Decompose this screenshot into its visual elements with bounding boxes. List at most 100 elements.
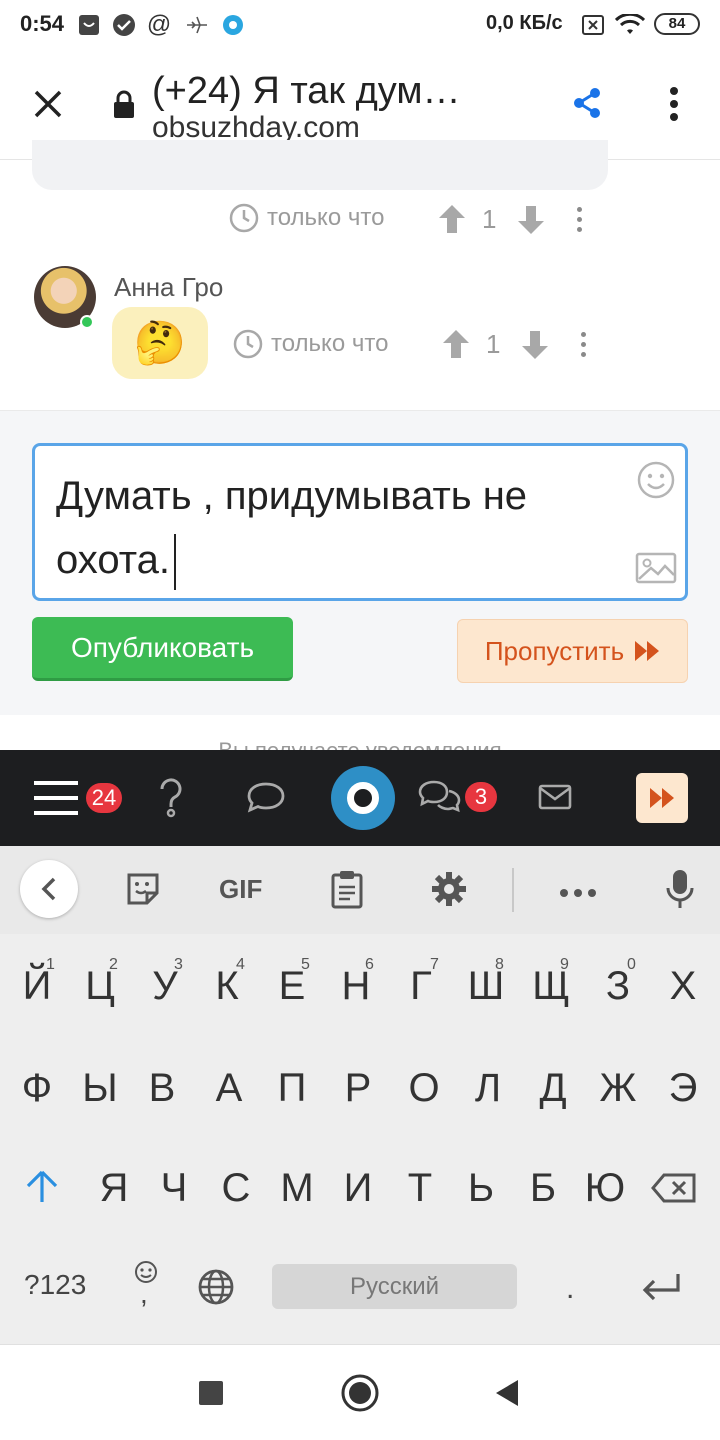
key-Щ[interactable]: Щ [520, 964, 582, 1009]
reply-text-line: охота. [56, 538, 170, 582]
key-hint-number: 7 [430, 956, 439, 973]
enter-icon[interactable] [640, 1272, 682, 1302]
back-triangle-icon[interactable] [494, 1379, 520, 1407]
emoji-comma-key[interactable]: , [132, 1260, 160, 1309]
page-title[interactable]: (+24) Я так дум… [152, 70, 461, 113]
share-icon[interactable] [572, 86, 602, 120]
lock-icon [112, 90, 136, 120]
key-Л[interactable]: Л [457, 1066, 519, 1111]
timestamp-text: только что [271, 330, 389, 357]
discussions-icon[interactable] [418, 779, 462, 815]
comment-emoji-bubble: 🤔 [112, 307, 208, 379]
symbols-key[interactable]: ?123 [24, 1269, 86, 1301]
fast-forward-icon [650, 788, 674, 808]
microphone-icon[interactable] [666, 868, 694, 910]
backspace-icon[interactable] [650, 1172, 698, 1204]
key-В[interactable]: В [131, 1066, 193, 1111]
recents-square-icon[interactable] [199, 1381, 223, 1405]
gif-button[interactable]: GIF [219, 874, 262, 905]
more-options-icon[interactable] [666, 86, 682, 122]
shift-icon[interactable] [24, 1168, 60, 1206]
key-М[interactable]: М [266, 1166, 328, 1211]
at-notification-icon: @ [146, 11, 172, 38]
downvote-icon[interactable] [520, 329, 550, 361]
key-У[interactable]: У [134, 964, 196, 1009]
comment-menu-icon[interactable] [575, 207, 583, 232]
skip-button[interactable]: Пропустить [457, 619, 688, 683]
upvote-icon[interactable] [437, 203, 467, 235]
key-Б[interactable]: Б [512, 1166, 574, 1211]
publish-button[interactable]: Опубликовать [32, 617, 293, 681]
key-П[interactable]: П [261, 1066, 323, 1111]
reply-text[interactable]: Думать , придумывать не охота. [56, 464, 616, 592]
key-Е[interactable]: Е [261, 964, 323, 1009]
check-notification-icon [111, 12, 137, 38]
more-horizontal-icon[interactable] [559, 885, 597, 897]
key-Н[interactable]: Н [325, 964, 387, 1009]
discussions-badge: 3 [465, 782, 497, 812]
key-Ь[interactable]: Ь [450, 1166, 512, 1211]
mail-icon[interactable] [538, 783, 572, 811]
comment-timestamp: только что [228, 202, 384, 234]
status-bar [0, 0, 720, 50]
comment-menu-icon[interactable] [579, 332, 587, 357]
skip-button-label: Пропустить [484, 635, 625, 666]
downvote-icon[interactable] [516, 204, 546, 236]
key-Я[interactable]: Я [83, 1166, 145, 1211]
reply-text-line: Думать , придумывать не [56, 474, 528, 518]
key-Ч[interactable]: Ч [143, 1166, 205, 1211]
key-З[interactable]: З [587, 964, 649, 1009]
key-Г[interactable]: Г [390, 964, 452, 1009]
key-Ц[interactable]: Ц [69, 964, 131, 1009]
key-Ю[interactable]: Ю [574, 1166, 636, 1211]
sticker-icon[interactable] [125, 871, 161, 907]
keyboard-back-button[interactable] [20, 860, 78, 918]
key-Ы[interactable]: Ы [69, 1066, 131, 1111]
key-С[interactable]: С [205, 1166, 267, 1211]
key-hint-number: 3 [174, 956, 183, 973]
key-hint-number: 5 [301, 956, 310, 973]
globe-icon[interactable] [197, 1268, 235, 1306]
key-Т[interactable]: Т [389, 1166, 451, 1211]
clock-icon [233, 329, 263, 359]
browser-notification-icon [220, 12, 246, 38]
key-К[interactable]: К [196, 964, 258, 1009]
key-hint-number: 6 [365, 956, 374, 973]
key-И[interactable]: И [327, 1166, 389, 1211]
key-О[interactable]: О [393, 1066, 455, 1111]
toolbar-divider [512, 868, 514, 912]
question-icon[interactable] [156, 778, 186, 818]
period-key[interactable]: . [566, 1272, 574, 1306]
key-А[interactable]: А [198, 1066, 260, 1111]
key-Ф[interactable]: Ф [6, 1066, 68, 1111]
comment-author[interactable]: Анна Гро [114, 272, 223, 303]
key-hint-number: 1 [46, 956, 55, 973]
clipboard-icon[interactable] [330, 869, 364, 909]
settings-gear-icon[interactable] [431, 871, 467, 907]
key-Р[interactable]: Р [327, 1066, 389, 1111]
space-key[interactable]: Русский [272, 1264, 517, 1309]
close-tab-icon[interactable] [28, 84, 68, 124]
key-Й[interactable]: Й [6, 964, 68, 1009]
menu-icon[interactable] [34, 779, 78, 817]
wifi-icon [614, 12, 646, 38]
upvote-icon[interactable] [441, 328, 471, 360]
timestamp-text: только что [267, 204, 385, 231]
comment-icon[interactable] [246, 780, 286, 816]
image-upload-icon[interactable] [635, 552, 677, 584]
thinking-face-icon: 🤔 [133, 318, 187, 366]
skip-nav-button[interactable] [636, 773, 688, 823]
clock-icon [229, 203, 259, 233]
fast-forward-icon [635, 641, 660, 661]
smiley-icon[interactable] [636, 460, 676, 500]
text-caret [173, 534, 176, 591]
key-Х[interactable]: Х [652, 964, 714, 1009]
key-Д[interactable]: Д [522, 1066, 584, 1111]
key-Э[interactable]: Э [652, 1066, 714, 1111]
no-sim-icon [580, 12, 606, 38]
home-circle-icon[interactable] [340, 1373, 380, 1413]
chevron-left-icon [41, 877, 56, 901]
key-Ш[interactable]: Ш [455, 964, 517, 1009]
menu-badge: 24 [86, 783, 122, 813]
key-Ж[interactable]: Ж [587, 1066, 649, 1111]
